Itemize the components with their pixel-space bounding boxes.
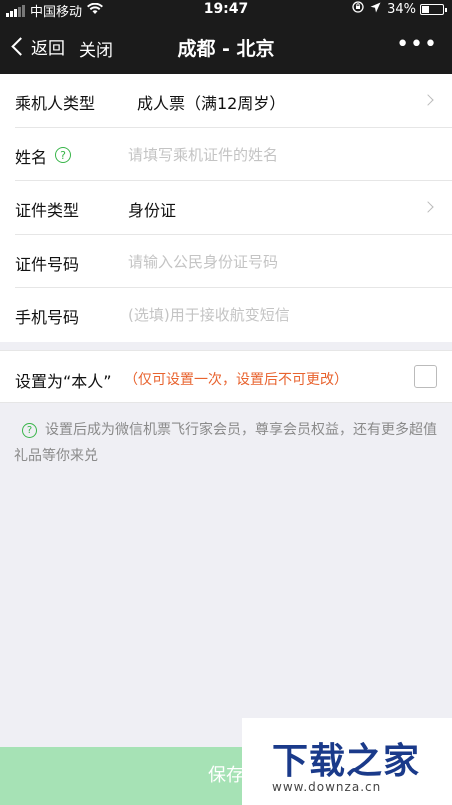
battery-percent: 34% [387,1,416,17]
passenger-type-label: 乘机人类型 [15,94,96,113]
status-bar: 中国移动 19:47 34% [0,0,452,20]
id-number-row[interactable]: 证件号码 请输入公民身份证号码 [15,235,452,289]
location-icon [370,2,381,17]
phone-input[interactable]: (选填)用于接收航变短信 [128,304,290,325]
passenger-form: 乘机人类型 成人票（满12周岁） 姓名 ? 请填写乘机证件的姓名 证件类型 身份… [0,74,452,342]
id-type-value: 身份证 [128,201,177,221]
help-icon[interactable]: ? [55,146,71,163]
battery-icon [420,3,447,15]
passenger-type-value: 成人票（满12周岁） [137,94,286,113]
chevron-right-icon [422,94,434,106]
id-number-label: 证件号码 [15,254,80,274]
back-label: 返回 [31,39,65,59]
watermark: 下载之家 www.downza.cn [242,718,452,805]
phone-row[interactable]: 手机号码 (选填)用于接收航变短信 [15,288,452,342]
passenger-type-row[interactable]: 乘机人类型 成人票（满12周岁） [15,74,452,128]
chevron-right-icon [422,201,434,213]
save-button-label: 保存 [208,765,244,786]
help-icon: ? [22,423,37,438]
chevron-left-icon [11,37,30,56]
nav-bar: 返回 关闭 成都 - 北京 ••• [0,20,452,74]
id-type-label: 证件类型 [15,201,80,221]
name-input[interactable]: 请填写乘机证件的姓名 [128,144,278,165]
name-label: 姓名 [15,147,48,167]
status-right: 34% [352,1,447,17]
close-button[interactable]: 关闭 [79,36,113,61]
id-number-input[interactable]: 请输入公民身份证号码 [128,251,278,272]
page-title: 成都 - 北京 [177,38,275,60]
watermark-url: www.downza.cn [272,780,382,794]
member-tip: ? 设置后成为微信机票飞行家会员，尊享会员权益，还有更多超值礼品等你来兑 [14,417,438,469]
name-row[interactable]: 姓名 ? 请填写乘机证件的姓名 [15,128,452,182]
set-as-self-label: 设置为“本人” [15,372,112,391]
orientation-lock-icon [352,1,364,17]
phone-label: 手机号码 [15,308,80,328]
member-tip-text: 设置后成为微信机票飞行家会员，尊享会员权益，还有更多超值礼品等你来兑 [14,422,437,464]
back-button[interactable]: 返回 [8,34,65,59]
set-as-self-row[interactable]: 设置为“本人” （仅可设置一次，设置后不可更改） [0,350,452,403]
set-as-self-note: （仅可设置一次，设置后不可更改） [124,372,348,388]
watermark-logo: 下载之家 [272,741,421,782]
set-as-self-checkbox[interactable] [414,365,437,388]
battery-fill [422,5,429,13]
more-options-icon[interactable]: ••• [396,32,438,57]
id-type-row[interactable]: 证件类型 身份证 [15,181,452,235]
